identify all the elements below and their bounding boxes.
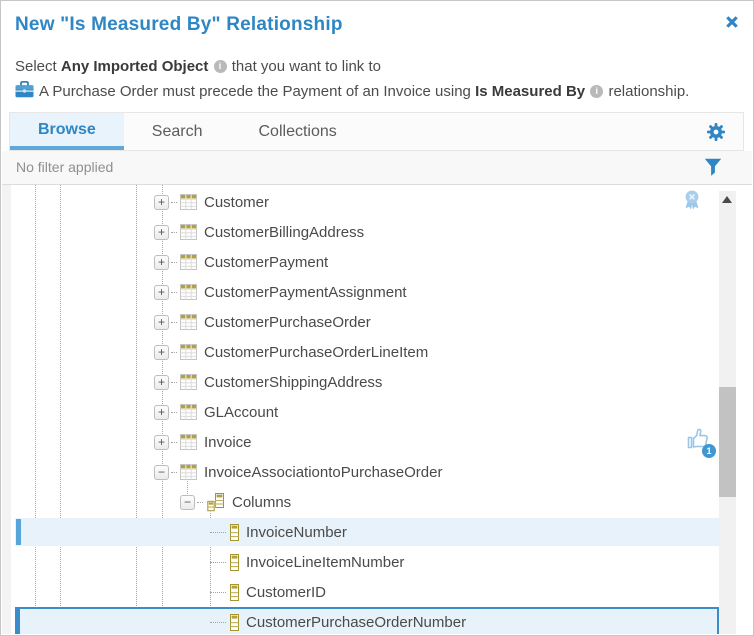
tree-row-customershippingaddress[interactable]: + CustomerShippingAddress [2, 367, 752, 397]
briefcase-icon [15, 81, 34, 102]
tree-row-customerpurchaseordernumber[interactable]: CustomerPurchaseOrderNumber [2, 607, 752, 634]
close-icon[interactable] [722, 13, 742, 33]
vertical-scrollbar[interactable] [719, 191, 736, 634]
info-icon[interactable]: i [214, 60, 227, 73]
table-icon [180, 464, 197, 480]
tree-node-label: GLAccount [204, 404, 278, 421]
table-icon [180, 224, 197, 240]
tree-row-invoiceassociationtopurchaseorder[interactable]: − InvoiceAssociationtoPurchaseOrder [2, 457, 752, 487]
expand-icon[interactable]: + [154, 435, 169, 450]
thumbs-up-count-badge: 1 [702, 444, 716, 458]
tree-node-label: CustomerPurchaseOrderNumber [246, 614, 466, 631]
object-tree: + Customer + CustomerBillingAddress [2, 185, 752, 634]
table-icon [180, 284, 197, 300]
selection-highlight [15, 518, 719, 546]
tree-row-customerpaymentassignment[interactable]: + CustomerPaymentAssignment [2, 277, 752, 307]
columns-folder-icon [206, 493, 225, 512]
gear-icon[interactable] [706, 122, 726, 142]
filter-icon[interactable] [704, 158, 722, 178]
select-instruction: Select Any Imported Object i that you wa… [15, 58, 739, 75]
expand-icon[interactable]: + [154, 405, 169, 420]
relationship-type-label: Is Measured By [475, 83, 585, 100]
tree-node-label: CustomerBillingAddress [204, 224, 364, 241]
tree-node-label: CustomerPurchaseOrder [204, 314, 371, 331]
column-icon [230, 554, 239, 571]
tree-row-invoice[interactable]: + Invoice 1 [2, 427, 752, 457]
expand-icon[interactable]: + [154, 285, 169, 300]
filter-bar: No filter applied [2, 151, 752, 185]
description-text: A Purchase Order must precede the Paymen… [39, 83, 689, 100]
filter-status: No filter applied [16, 159, 113, 175]
expand-icon[interactable]: + [154, 195, 169, 210]
tree-row-invoicenumber[interactable]: InvoiceNumber [2, 517, 752, 547]
tree-node-label: Invoice [204, 434, 252, 451]
column-icon [230, 524, 239, 541]
page-title: New "Is Measured By" Relationship [15, 14, 739, 36]
scrollbar-thumb[interactable] [719, 387, 736, 497]
tree-node-label: CustomerPayment [204, 254, 328, 271]
thumbs-up-icon[interactable]: 1 [686, 427, 716, 457]
intro-text: Select Any Imported Object i that you wa… [1, 58, 753, 102]
tab-browse[interactable]: Browse [10, 113, 124, 150]
tree-node-label: Customer [204, 194, 269, 211]
info-icon[interactable]: i [590, 85, 603, 98]
instruction-prefix: Select [15, 58, 61, 75]
scroll-up-arrow-icon[interactable] [722, 196, 732, 203]
tree-node-label: InvoiceNumber [246, 524, 347, 541]
collapse-icon[interactable]: − [154, 465, 169, 480]
tree-node-label: CustomerShippingAddress [204, 374, 382, 391]
expand-icon[interactable]: + [154, 375, 169, 390]
column-icon [230, 614, 239, 631]
expand-icon[interactable]: + [154, 315, 169, 330]
tree-node-label: CustomerPaymentAssignment [204, 284, 407, 301]
column-icon [230, 584, 239, 601]
expand-icon[interactable]: + [154, 255, 169, 270]
tree-node-label: CustomerPurchaseOrderLineItem [204, 344, 428, 361]
table-icon [180, 314, 197, 330]
expand-icon[interactable]: + [154, 225, 169, 240]
tree-node-label: CustomerID [246, 584, 326, 601]
relationship-description: A Purchase Order must precede the Paymen… [15, 81, 739, 102]
dialog-header: New "Is Measured By" Relationship [1, 1, 753, 36]
tree-node-label: Columns [232, 494, 291, 511]
collapse-icon[interactable]: − [180, 495, 195, 510]
tree-row-customer[interactable]: + Customer [2, 187, 752, 217]
table-icon [180, 344, 197, 360]
table-icon [180, 374, 197, 390]
tree-row-customerpurchaseorder[interactable]: + CustomerPurchaseOrder [2, 307, 752, 337]
tree-row-columns[interactable]: − Columns [2, 487, 752, 517]
tree-node-label: InvoiceLineItemNumber [246, 554, 404, 571]
tree-rows: + Customer + CustomerBillingAddress [2, 187, 752, 634]
tab-bar: Browse Search Collections [9, 112, 744, 151]
tree-node-label: InvoiceAssociationtoPurchaseOrder [204, 464, 442, 481]
table-icon [180, 194, 197, 210]
table-icon [180, 254, 197, 270]
tree-row-customerpayment[interactable]: + CustomerPayment [2, 247, 752, 277]
table-icon [180, 434, 197, 450]
tree-row-glaccount[interactable]: + GLAccount [2, 397, 752, 427]
tree-row-customerbillingaddress[interactable]: + CustomerBillingAddress [2, 217, 752, 247]
tree-row-invoicelineitemnumber[interactable]: InvoiceLineItemNumber [2, 547, 752, 577]
tab-collections[interactable]: Collections [231, 113, 365, 150]
tree-row-customerpurchaseorderlineitem[interactable]: + CustomerPurchaseOrderLineItem [2, 337, 752, 367]
table-icon [180, 404, 197, 420]
instruction-suffix: that you want to link to [232, 58, 381, 75]
new-relationship-dialog: New "Is Measured By" Relationship Select… [0, 0, 754, 636]
tab-search[interactable]: Search [124, 113, 231, 150]
object-type-label: Any Imported Object [61, 58, 209, 75]
certified-ribbon-icon [683, 190, 701, 214]
expand-icon[interactable]: + [154, 345, 169, 360]
tree-row-customerid[interactable]: CustomerID [2, 577, 752, 607]
